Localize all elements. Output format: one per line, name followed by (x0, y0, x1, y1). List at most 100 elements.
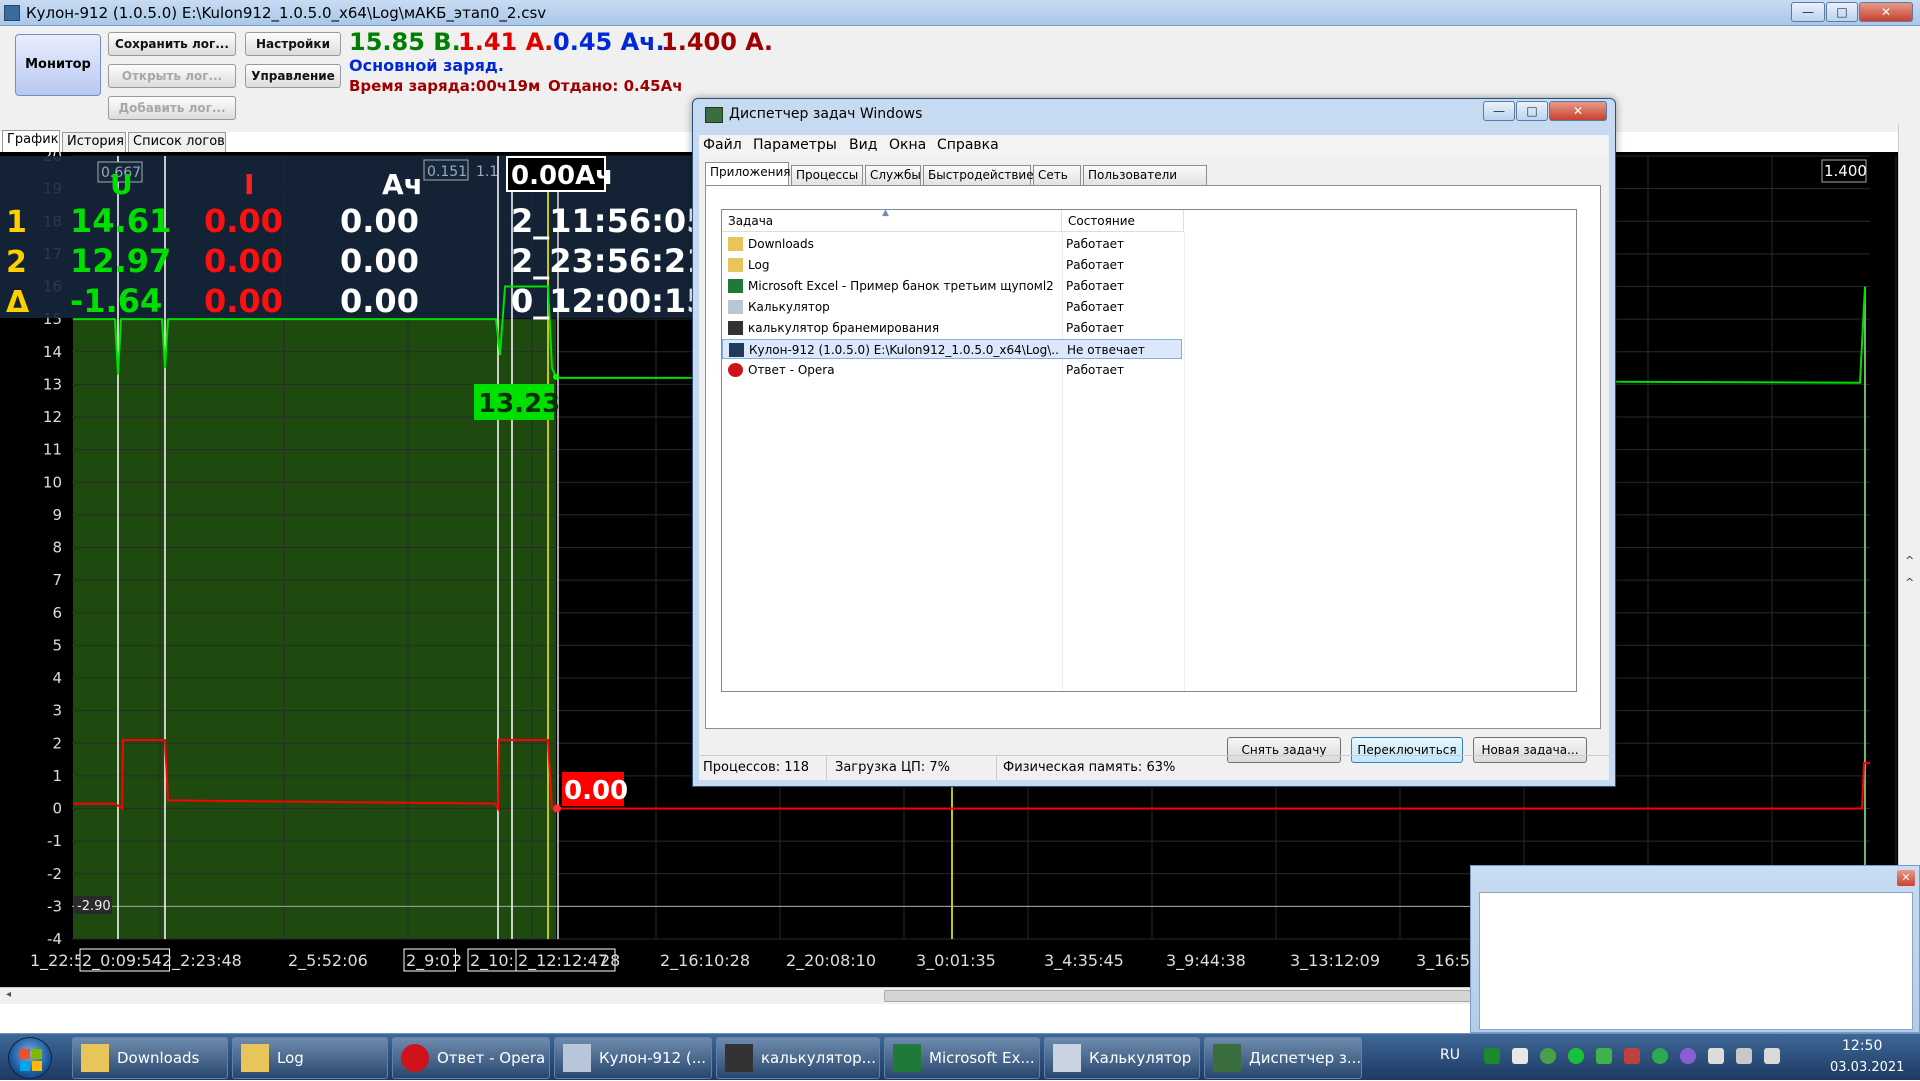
taskbar-item-label: Microsoft Ex... (929, 1049, 1035, 1067)
x-tick-label: 2_20:08:10 (786, 951, 876, 971)
tab-network[interactable]: Сеть (1033, 165, 1081, 185)
task-row[interactable]: калькулятор бранемирования Работает (722, 318, 1182, 338)
window-title-bar[interactable]: Кулон-912 (1.0.5.0) E:\Kulon912_1.0.5.0_… (0, 0, 1920, 26)
taskbar-item-label: калькулятор... (761, 1049, 876, 1067)
task-status: Работает (1066, 363, 1125, 377)
tray-notepad-icon[interactable] (1512, 1048, 1528, 1064)
viber-icon[interactable] (1680, 1048, 1696, 1064)
task-row[interactable]: Log Работает (722, 255, 1182, 275)
tab-graph[interactable]: График (2, 130, 60, 152)
system-tray: RU 12:50 03.03.2021 (1430, 1034, 1920, 1081)
x-tick-label: 28 (600, 951, 620, 970)
task-list[interactable]: Задача ▲ Состояние Downloads Работает Log Ра… (721, 208, 1577, 692)
scrollbar-thumb[interactable] (884, 990, 1474, 1002)
tab-history[interactable]: История (62, 132, 126, 152)
chevron-up-icon-2[interactable]: ^ (1905, 576, 1914, 589)
minimize-button[interactable]: — (1791, 2, 1825, 22)
tray-shield-icon[interactable] (1596, 1048, 1612, 1064)
chevron-up-icon[interactable]: ^ (1905, 554, 1914, 567)
close-button[interactable]: ✕ (1859, 2, 1913, 22)
tm-body: Приложения Процессы Службы Быстродействи… (699, 157, 1609, 780)
monitor-button[interactable]: Монитор (15, 34, 101, 96)
flag-icon[interactable] (1708, 1048, 1724, 1064)
tab-performance[interactable]: Быстродействие (923, 165, 1034, 185)
taskmgr-icon (705, 107, 723, 123)
taskbar-item[interactable]: Log (232, 1037, 388, 1079)
tray-network-icon[interactable] (1540, 1048, 1556, 1064)
y-tick-label: -4 (47, 930, 62, 948)
tab-processes[interactable]: Процессы (791, 165, 863, 185)
header-i: I (244, 168, 254, 201)
voltage-readout: 15.85 В. (349, 28, 461, 56)
taskbar-item[interactable]: Кулон-912 (... (554, 1037, 712, 1079)
save-log-button[interactable]: Сохранить лог... (108, 32, 236, 56)
windows-logo-icon (20, 1049, 30, 1059)
x-tick-label: 2_0:09:54 (82, 951, 162, 971)
open-log-button[interactable]: Открыть лог... (108, 64, 236, 88)
tm-maximize-button[interactable]: □ (1516, 101, 1548, 121)
task-name: Log (748, 258, 770, 272)
task-row[interactable]: Downloads Работает (722, 234, 1182, 254)
y-tick-label: 6 (52, 604, 62, 622)
menu-options[interactable]: Параметры (753, 137, 837, 153)
row-time: 0_12:00:15 (511, 282, 708, 320)
y-tick-label: 1 (52, 767, 62, 785)
battery-icon (728, 321, 743, 335)
task-row[interactable]: Microsoft Excel - Пример банок третьим щ… (722, 276, 1182, 296)
tray-cube-icon[interactable] (1624, 1048, 1640, 1064)
calculator-icon (728, 300, 743, 314)
taskbar-item-label: Downloads (117, 1049, 200, 1067)
tray-app-icon[interactable] (1484, 1048, 1500, 1064)
x-tick-label: 2_5:52:06 (288, 951, 368, 971)
col-status-header[interactable]: Состояние (1062, 210, 1184, 232)
monitor-icon[interactable] (1736, 1048, 1752, 1064)
add-log-button[interactable]: Добавить лог... (108, 96, 236, 120)
start-button[interactable] (8, 1037, 52, 1079)
y-tick-label: 12 (43, 408, 62, 426)
task-manager-window[interactable]: Диспетчер задач Windows — □ ✕ Файл Парам… (692, 98, 1616, 787)
close-icon[interactable]: ✕ (1897, 870, 1915, 886)
maximize-button[interactable]: □ (1826, 2, 1858, 22)
y-tick-label: -1 (47, 832, 62, 850)
taskbar-item[interactable]: калькулятор... (716, 1037, 880, 1079)
settings-button[interactable]: Настройки (245, 32, 341, 56)
tm-close-button[interactable]: ✕ (1549, 101, 1607, 121)
taskbar-item[interactable]: Диспетчер з... (1204, 1037, 1362, 1079)
charge-time-label: Время заряда:00ч19м (349, 77, 541, 95)
scroll-left-icon[interactable]: ◂ (6, 989, 11, 1000)
tab-log-list[interactable]: Список логов (128, 132, 226, 152)
tm-status-bar: Процессов: 118 Загрузка ЦП: 7% Физическа… (699, 755, 1609, 780)
x-tick-label: 3_16:5 (1416, 951, 1470, 971)
task-status: Работает (1066, 321, 1125, 335)
notification-window[interactable]: ✕ (1470, 865, 1920, 1033)
taskbar-item[interactable]: Калькулятор (1044, 1037, 1200, 1079)
row-index: 2 (6, 245, 27, 280)
tm-minimize-button[interactable]: — (1483, 101, 1515, 121)
menu-windows[interactable]: Окна (889, 137, 926, 153)
tab-services[interactable]: Службы (865, 165, 921, 185)
control-button[interactable]: Управление (245, 64, 341, 88)
task-row[interactable]: Калькулятор Работает (722, 297, 1182, 317)
speaker-icon[interactable] (1764, 1048, 1780, 1064)
x-tick-label: 3_13:12:09 (1290, 951, 1380, 971)
taskbar-item[interactable]: Ответ - Opera (392, 1037, 550, 1079)
task-row[interactable]: Ответ - Opera Работает (722, 360, 1182, 380)
tab-applications[interactable]: Приложения (705, 162, 791, 186)
menu-help[interactable]: Справка (937, 137, 999, 153)
tray-status-icon[interactable] (1568, 1048, 1584, 1064)
clock-date[interactable]: 03.03.2021 (1830, 1060, 1904, 1075)
menu-view[interactable]: Вид (849, 137, 877, 153)
calculator-icon (1053, 1044, 1081, 1072)
language-indicator[interactable]: RU (1440, 1047, 1460, 1063)
folder-icon (81, 1044, 109, 1072)
horizontal-scrollbar[interactable]: ◂ (0, 987, 1474, 1004)
taskbar-item[interactable]: Downloads (72, 1037, 228, 1079)
taskbar-item[interactable]: Microsoft Ex... (884, 1037, 1040, 1079)
tab-users[interactable]: Пользователи (1083, 165, 1207, 185)
task-row[interactable]: Кулон-912 (1.0.5.0) E:\Kulon912_1.0.5.0_… (722, 339, 1182, 359)
y-tick-label: -3 (47, 897, 62, 915)
clock-time[interactable]: 12:50 (1842, 1038, 1882, 1054)
menu-file[interactable]: Файл (703, 137, 742, 153)
col-task-header[interactable]: Задача ▲ (722, 208, 1062, 232)
tray-check-icon[interactable] (1652, 1048, 1668, 1064)
